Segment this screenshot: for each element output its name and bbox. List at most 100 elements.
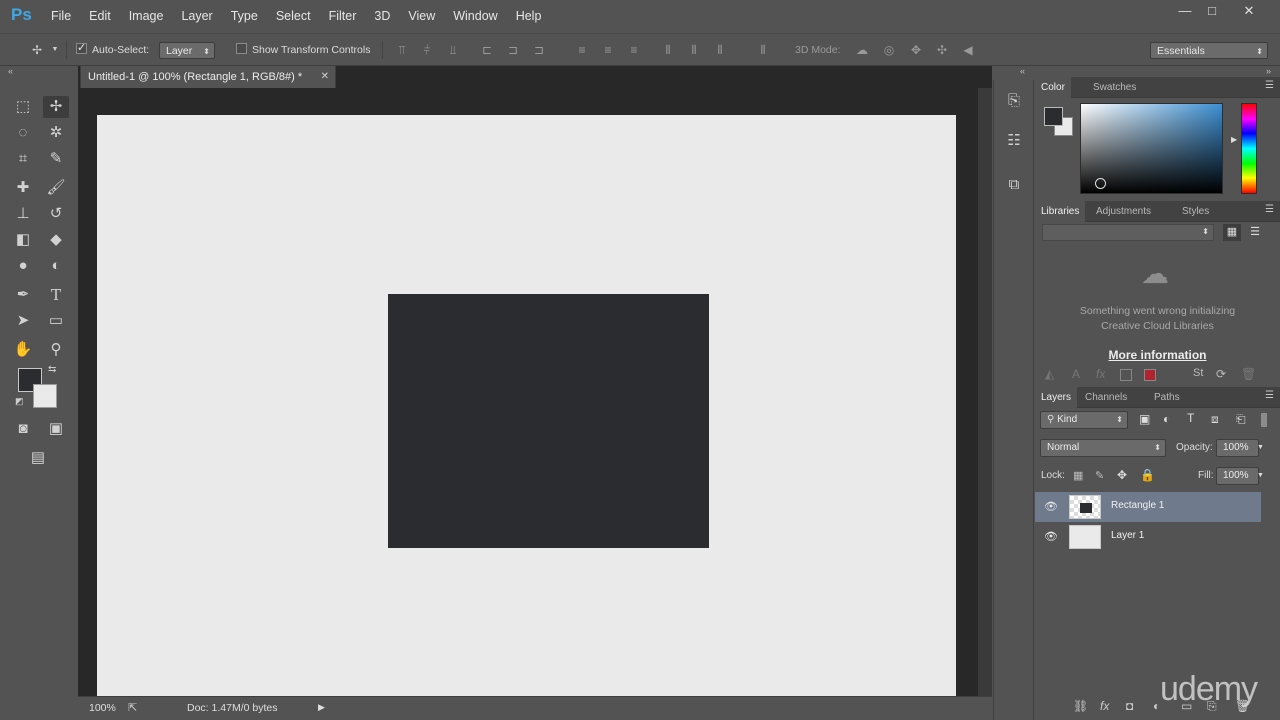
more-information-link[interactable]: More information [1035, 348, 1280, 362]
menu-filter[interactable]: Filter [320, 0, 366, 33]
type-tool-icon[interactable]: T [43, 284, 69, 306]
lock-image-icon[interactable]: ✎ [1095, 469, 1104, 482]
lock-transparent-icon[interactable]: ▦ [1073, 469, 1083, 482]
distribute-left-icon[interactable]: ⦀ [661, 43, 675, 57]
menu-file[interactable]: File [42, 0, 80, 33]
show-transform-option[interactable]: Show Transform Controls [236, 42, 370, 59]
add-fill-color-icon[interactable] [1120, 369, 1132, 381]
align-right-icon[interactable]: ⊐ [532, 43, 546, 57]
lock-position-icon[interactable]: ✥ [1117, 468, 1127, 482]
eraser-tool-icon[interactable]: ◧ [10, 229, 36, 251]
library-select-dropdown[interactable]: ⬍ [1042, 224, 1214, 241]
crop-tool-icon[interactable]: ⌗ [10, 148, 36, 170]
panel-menu-icon[interactable]: ☰ [1265, 390, 1274, 401]
quick-mask-icon[interactable]: ◙ [10, 418, 36, 440]
maximize-button[interactable]: □ [1197, 2, 1227, 20]
rectangle-1-shape[interactable] [388, 294, 709, 548]
path-selection-tool-icon[interactable]: ➤ [10, 310, 36, 332]
pen-tool-icon[interactable]: ✒ [10, 284, 36, 306]
filter-pixel-icon[interactable]: ▣ [1139, 412, 1150, 426]
auto-align-icon[interactable]: ⫴ [756, 43, 770, 57]
filter-toggle-icon[interactable] [1261, 413, 1267, 427]
auto-select-checkbox[interactable] [76, 40, 87, 57]
add-mask-icon[interactable]: ◘ [1126, 699, 1133, 713]
distribute-top-icon[interactable]: ≡ [575, 43, 589, 57]
list-view-icon[interactable]: ☰ [1246, 224, 1264, 241]
visibility-eye-icon[interactable]: 👁 [1044, 500, 1058, 513]
distribute-right-icon[interactable]: ⦀ [713, 43, 727, 57]
chevron-down-icon[interactable]: ▼ [50, 43, 60, 57]
menu-layer[interactable]: Layer [172, 0, 221, 33]
collapse-tools-icon[interactable]: « [8, 66, 13, 76]
hue-slider[interactable] [1241, 103, 1257, 194]
align-bottom-icon[interactable]: ⫫ [446, 43, 460, 57]
distribute-vcenter-icon[interactable]: ≡ [601, 43, 615, 57]
healing-brush-tool-icon[interactable]: ✚ [10, 177, 36, 199]
tab-layers[interactable]: Layers [1035, 387, 1078, 408]
zoom-level[interactable]: 100% [89, 702, 116, 714]
tab-libraries[interactable]: Libraries [1035, 201, 1086, 222]
grid-view-icon[interactable]: ▦ [1223, 224, 1241, 241]
background-color-swatch[interactable] [33, 384, 57, 408]
minimize-button[interactable]: — [1170, 2, 1200, 20]
3d-rotate-icon[interactable]: ☁ [855, 43, 869, 57]
3d-pan-icon[interactable]: ✥ [909, 43, 923, 57]
filter-shape-icon[interactable]: ⧈ [1211, 412, 1219, 427]
delete-icon[interactable]: 🗑 [1241, 367, 1256, 381]
history-brush-tool-icon[interactable]: ↺ [43, 203, 69, 225]
add-graphic-icon[interactable]: ◭ [1045, 367, 1054, 381]
rectangle-tool-icon[interactable]: ▭ [43, 310, 69, 332]
fill-field[interactable]: 100% [1216, 467, 1259, 485]
clone-stamp-tool-icon[interactable]: ⊥ [10, 203, 36, 225]
3d-roll-icon[interactable]: ◎ [882, 43, 896, 57]
visibility-eye-icon[interactable]: 👁 [1044, 530, 1058, 543]
tab-paths[interactable]: Paths [1148, 387, 1186, 408]
canvas[interactable] [97, 115, 956, 715]
link-layers-icon[interactable]: ⛓ [1073, 699, 1088, 713]
align-hcenter-icon[interactable]: ⊐ [506, 43, 520, 57]
history-panel-icon[interactable]: ⎘ [1003, 90, 1025, 112]
sync-icon[interactable]: ⟳ [1216, 367, 1226, 381]
add-layer-style-icon[interactable]: fx [1096, 367, 1105, 381]
fill-dropdown-icon[interactable]: ▼ [1257, 472, 1264, 479]
vertical-scrollbar[interactable] [978, 88, 992, 706]
screen-mode-icon[interactable]: ▣ [43, 418, 69, 440]
layer-row-layer-1[interactable]: 👁 Layer 1 [1035, 522, 1261, 552]
default-colors-icon[interactable]: ◩ [15, 396, 24, 407]
workspace-dropdown[interactable]: Essentials ⬍ [1150, 42, 1268, 59]
zoom-tool-icon[interactable]: ⚲ [43, 339, 69, 361]
add-foreground-color-icon[interactable] [1144, 369, 1156, 381]
dodge-tool-icon[interactable]: ◐ [43, 255, 69, 277]
tab-adjustments[interactable]: Adjustments [1090, 201, 1157, 222]
document-tab[interactable]: Untitled-1 @ 100% (Rectangle 1, RGB/8#) … [80, 66, 336, 88]
layer-row-rectangle-1[interactable]: 👁 Rectangle 1 [1035, 492, 1261, 522]
hand-tool-icon[interactable]: ✋ [10, 339, 36, 361]
tab-styles[interactable]: Styles [1176, 201, 1215, 222]
collapse-panels-icon[interactable]: » [1266, 66, 1271, 76]
tab-channels[interactable]: Channels [1079, 387, 1133, 408]
menu-select[interactable]: Select [267, 0, 320, 33]
menu-edit[interactable]: Edit [80, 0, 120, 33]
3d-slide-icon[interactable]: ✣ [935, 43, 949, 57]
character-panel-icon[interactable]: ⧉ [1003, 174, 1025, 196]
layer-name[interactable]: Layer 1 [1111, 530, 1144, 541]
panel-menu-icon[interactable]: ☰ [1265, 80, 1274, 91]
auto-select-option[interactable]: Auto-Select: [76, 40, 149, 59]
menu-type[interactable]: Type [222, 0, 267, 33]
filter-adjustment-icon[interactable]: ◐ [1163, 412, 1170, 426]
opacity-dropdown-icon[interactable]: ▼ [1257, 444, 1264, 451]
layer-style-icon[interactable]: fx [1100, 699, 1109, 713]
opacity-field[interactable]: 100% [1216, 439, 1259, 457]
close-window-button[interactable]: ✕ [1234, 2, 1264, 20]
menu-window[interactable]: Window [444, 0, 506, 33]
artboard-icon[interactable]: ▤ [25, 447, 51, 469]
filter-type-icon[interactable]: T [1187, 411, 1194, 425]
close-tab-icon[interactable]: ✕ [321, 66, 329, 88]
menu-3d[interactable]: 3D [365, 0, 399, 33]
lock-all-icon[interactable]: 🔒 [1140, 468, 1155, 482]
layer-name[interactable]: Rectangle 1 [1111, 500, 1164, 511]
add-character-style-icon[interactable]: A [1072, 367, 1080, 381]
magic-wand-tool-icon[interactable]: ✲ [43, 122, 69, 144]
distribute-bottom-icon[interactable]: ≡ [627, 43, 641, 57]
swap-colors-icon[interactable]: ⇆ [48, 364, 56, 375]
